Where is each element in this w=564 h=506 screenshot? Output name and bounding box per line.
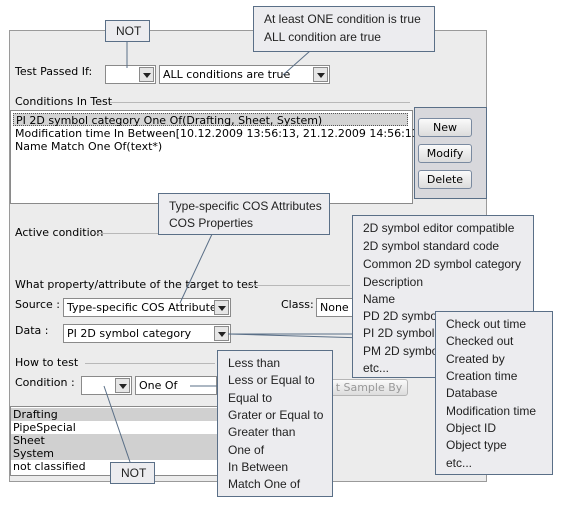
mode-options-callout: At least ONE condition is true ALL condi… — [253, 6, 435, 52]
attribute-option: Checked out — [446, 334, 514, 348]
data-option: Name — [363, 292, 396, 306]
attribute-option: Object type — [446, 438, 507, 452]
data-option: PM 2D symbo — [363, 344, 439, 358]
condition-option: Greater than — [228, 425, 296, 439]
condition-option: Grater or Equal to — [228, 408, 324, 422]
attribute-option: Modification time — [446, 404, 537, 418]
source-option: COS Properties — [169, 216, 254, 230]
mode-option: At least ONE condition is true — [264, 12, 421, 26]
data-option: PI 2D symbol — [363, 326, 435, 340]
not-callout-bottom: NOT — [110, 462, 155, 484]
data-option: 2D symbol editor compatible — [363, 221, 515, 235]
source-option: Type-specific COS Attributes — [169, 199, 322, 213]
condition-option: Less or Equal to — [228, 373, 315, 387]
condition-option: Equal to — [228, 391, 273, 405]
data-option: etc... — [363, 361, 390, 375]
condition-option: In Between — [228, 460, 289, 474]
attribute-option: Database — [446, 386, 498, 400]
attribute-option: Object ID — [446, 421, 497, 435]
attribute-options-callout: Check out time Checked out Created by Cr… — [435, 311, 553, 475]
attribute-option: Check out time — [446, 317, 527, 331]
mode-option: ALL condition are true — [264, 30, 381, 44]
source-options-callout: Type-specific COS Attributes COS Propert… — [158, 193, 330, 235]
callout-text: NOT — [116, 24, 142, 38]
data-option: Description — [363, 275, 424, 289]
condition-option: Match One of — [228, 477, 301, 491]
condition-option: Less than — [228, 356, 281, 370]
not-callout-top: NOT — [105, 20, 150, 42]
condition-options-callout: Less than Less or Equal to Equal to Grat… — [217, 350, 333, 497]
callout-text: NOT — [121, 466, 147, 480]
data-option: 2D symbol standard code — [363, 239, 500, 253]
data-option: PD 2D symbo — [363, 309, 438, 323]
attribute-option: Creation time — [446, 369, 518, 383]
attribute-option: Created by — [446, 352, 505, 366]
attribute-option: etc... — [446, 456, 473, 470]
condition-option: One of — [228, 443, 265, 457]
data-option: Common 2D symbol category — [363, 257, 522, 271]
